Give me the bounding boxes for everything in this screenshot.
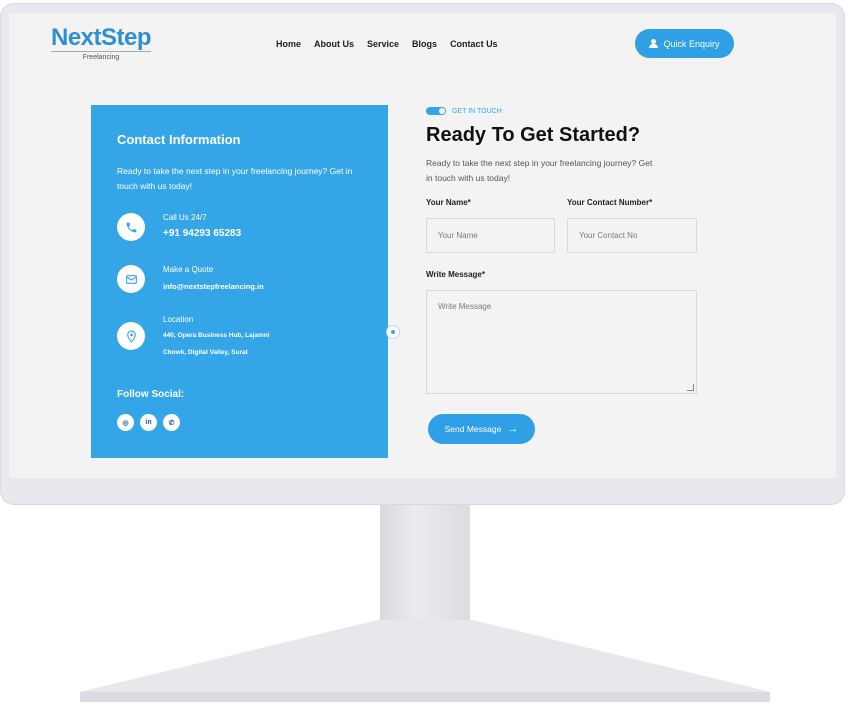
send-message-label: Send Message [444, 424, 502, 434]
contact-phone[interactable]: Call Us 24/7 +91 94293 65283 [117, 213, 241, 241]
resize-handle-icon[interactable] [687, 384, 694, 391]
contact-location[interactable]: Location 440, Opera Business Hub, Lajamn… [117, 315, 270, 361]
instagram-glyph: ◎ [122, 419, 129, 427]
location-pin-icon [117, 322, 145, 350]
form-description: Ready to take the next step in your free… [426, 158, 653, 183]
contact-email[interactable]: Make a Quote info@nextstepfreelancing.in [117, 265, 264, 293]
location-line-1: 440, Opera Business Hub, Lajamni [163, 332, 270, 339]
contact-info-title: Contact Information [117, 132, 241, 147]
logo-wordmark: NextStep [51, 24, 152, 51]
name-label: Your Name* [426, 198, 471, 207]
monitor-bezel: NextStep Freelancing Home About Us Servi… [0, 3, 845, 505]
nav-service[interactable]: Service [367, 39, 399, 49]
logo[interactable]: NextStep Freelancing [51, 25, 161, 62]
name-input[interactable]: Your Name [426, 218, 555, 253]
site-header: NextStep Freelancing Home About Us Servi… [9, 13, 836, 75]
monitor-stand-base [80, 620, 770, 702]
location-label: Location [163, 315, 194, 324]
nav-about-us[interactable]: About Us [314, 39, 354, 49]
phone-icon [117, 213, 145, 241]
quick-enquiry-button[interactable]: Quick Enquiry [635, 29, 734, 58]
screen: NextStep Freelancing Home About Us Servi… [9, 13, 836, 478]
mail-icon [117, 265, 145, 293]
contact-info-card: Contact Information Ready to take the ne… [91, 105, 388, 458]
contact-form-intro: GET IN TOUCH Ready To Get Started? Ready… [426, 105, 716, 186]
phone-label: Call Us 24/7 [163, 213, 207, 222]
contact-number-label: Your Contact Number* [567, 198, 653, 207]
main-nav: Home About Us Service Blogs Contact Us [276, 39, 511, 49]
message-textarea[interactable]: Write Message [426, 290, 697, 394]
whatsapp-glyph: ✆ [168, 419, 175, 427]
nav-contact-us[interactable]: Contact Us [450, 39, 498, 49]
message-label: Write Message* [426, 270, 485, 279]
eyebrow-text: GET IN TOUCH [452, 107, 502, 115]
instagram-icon[interactable]: ◎ [117, 414, 134, 431]
contact-number-input[interactable]: Your Contact No [567, 218, 697, 253]
follow-social-heading: Follow Social: [117, 389, 185, 400]
nav-home[interactable]: Home [276, 39, 301, 49]
social-links: ◎ in ✆ [117, 414, 180, 431]
slider-dot-icon[interactable] [386, 325, 400, 339]
nav-blogs[interactable]: Blogs [412, 39, 437, 49]
arrow-right-icon: → [507, 423, 519, 435]
linkedin-glyph: in [145, 419, 152, 426]
send-message-button[interactable]: Send Message → [428, 414, 535, 444]
logo-tagline: Freelancing [51, 51, 151, 62]
whatsapp-icon[interactable]: ✆ [163, 414, 180, 431]
email-label: Make a Quote [163, 265, 214, 274]
phone-value: +91 94293 65283 [163, 228, 242, 239]
get-in-touch-eyebrow: GET IN TOUCH [426, 107, 716, 115]
message-placeholder: Write Message [438, 302, 492, 311]
toggle-icon [426, 107, 446, 115]
form-title: Ready To Get Started? [426, 124, 641, 146]
linkedin-icon[interactable]: in [140, 414, 157, 431]
quick-enquiry-label: Quick Enquiry [663, 38, 720, 49]
location-line-2: Chowk, Digital Valley, Surat [163, 349, 248, 356]
user-icon [649, 39, 659, 48]
contact-info-description: Ready to take the next step in your free… [117, 166, 353, 191]
email-value: info@nextstepfreelancing.in [163, 282, 264, 291]
